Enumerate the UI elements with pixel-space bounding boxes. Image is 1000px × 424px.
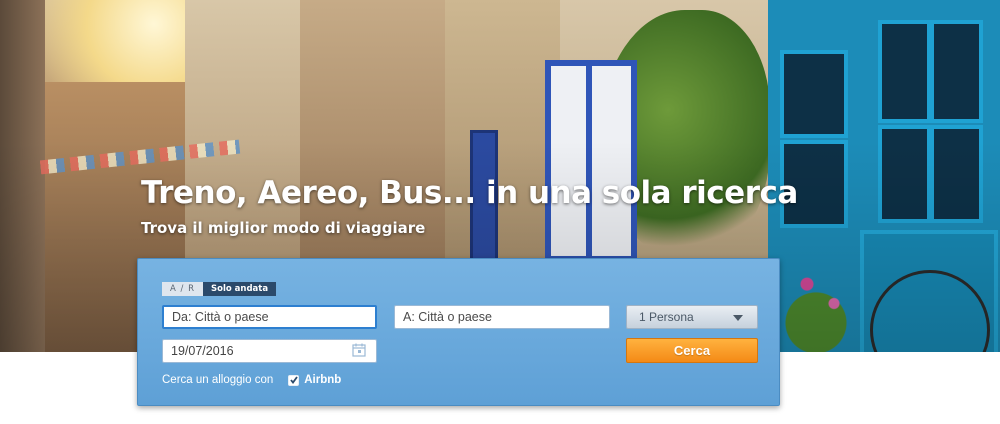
chevron-down-icon [733, 315, 743, 321]
origin-input[interactable] [162, 305, 377, 329]
date-field[interactable]: 19/07/2016 [162, 339, 377, 363]
search-button[interactable]: Cerca [626, 338, 758, 363]
lodging-option: Cerca un alloggio con Airbnb [162, 373, 341, 387]
lodging-label: Cerca un alloggio con [162, 374, 274, 386]
search-panel: A / R Solo andata 19/07/2016 1 Persona C… [137, 258, 780, 406]
round-trip-tab[interactable]: A / R [162, 282, 203, 296]
passengers-select[interactable]: 1 Persona [626, 305, 758, 329]
calendar-icon[interactable] [352, 343, 366, 357]
airbnb-label[interactable]: Airbnb [304, 374, 341, 386]
trip-type-toggle: A / R Solo andata [162, 282, 277, 296]
destination-input[interactable] [394, 305, 610, 329]
airbnb-checkbox[interactable] [288, 374, 300, 386]
checkmark-icon [290, 375, 298, 384]
hero-subheadline: Trova il miglior modo di viaggiare [141, 219, 426, 237]
page: Treno, Aereo, Bus... in una sola ricerca… [0, 0, 1000, 424]
hero-headline: Treno, Aereo, Bus... in una sola ricerca [141, 175, 798, 211]
passengers-value: 1 Persona [639, 310, 694, 324]
one-way-tab[interactable]: Solo andata [203, 282, 277, 296]
